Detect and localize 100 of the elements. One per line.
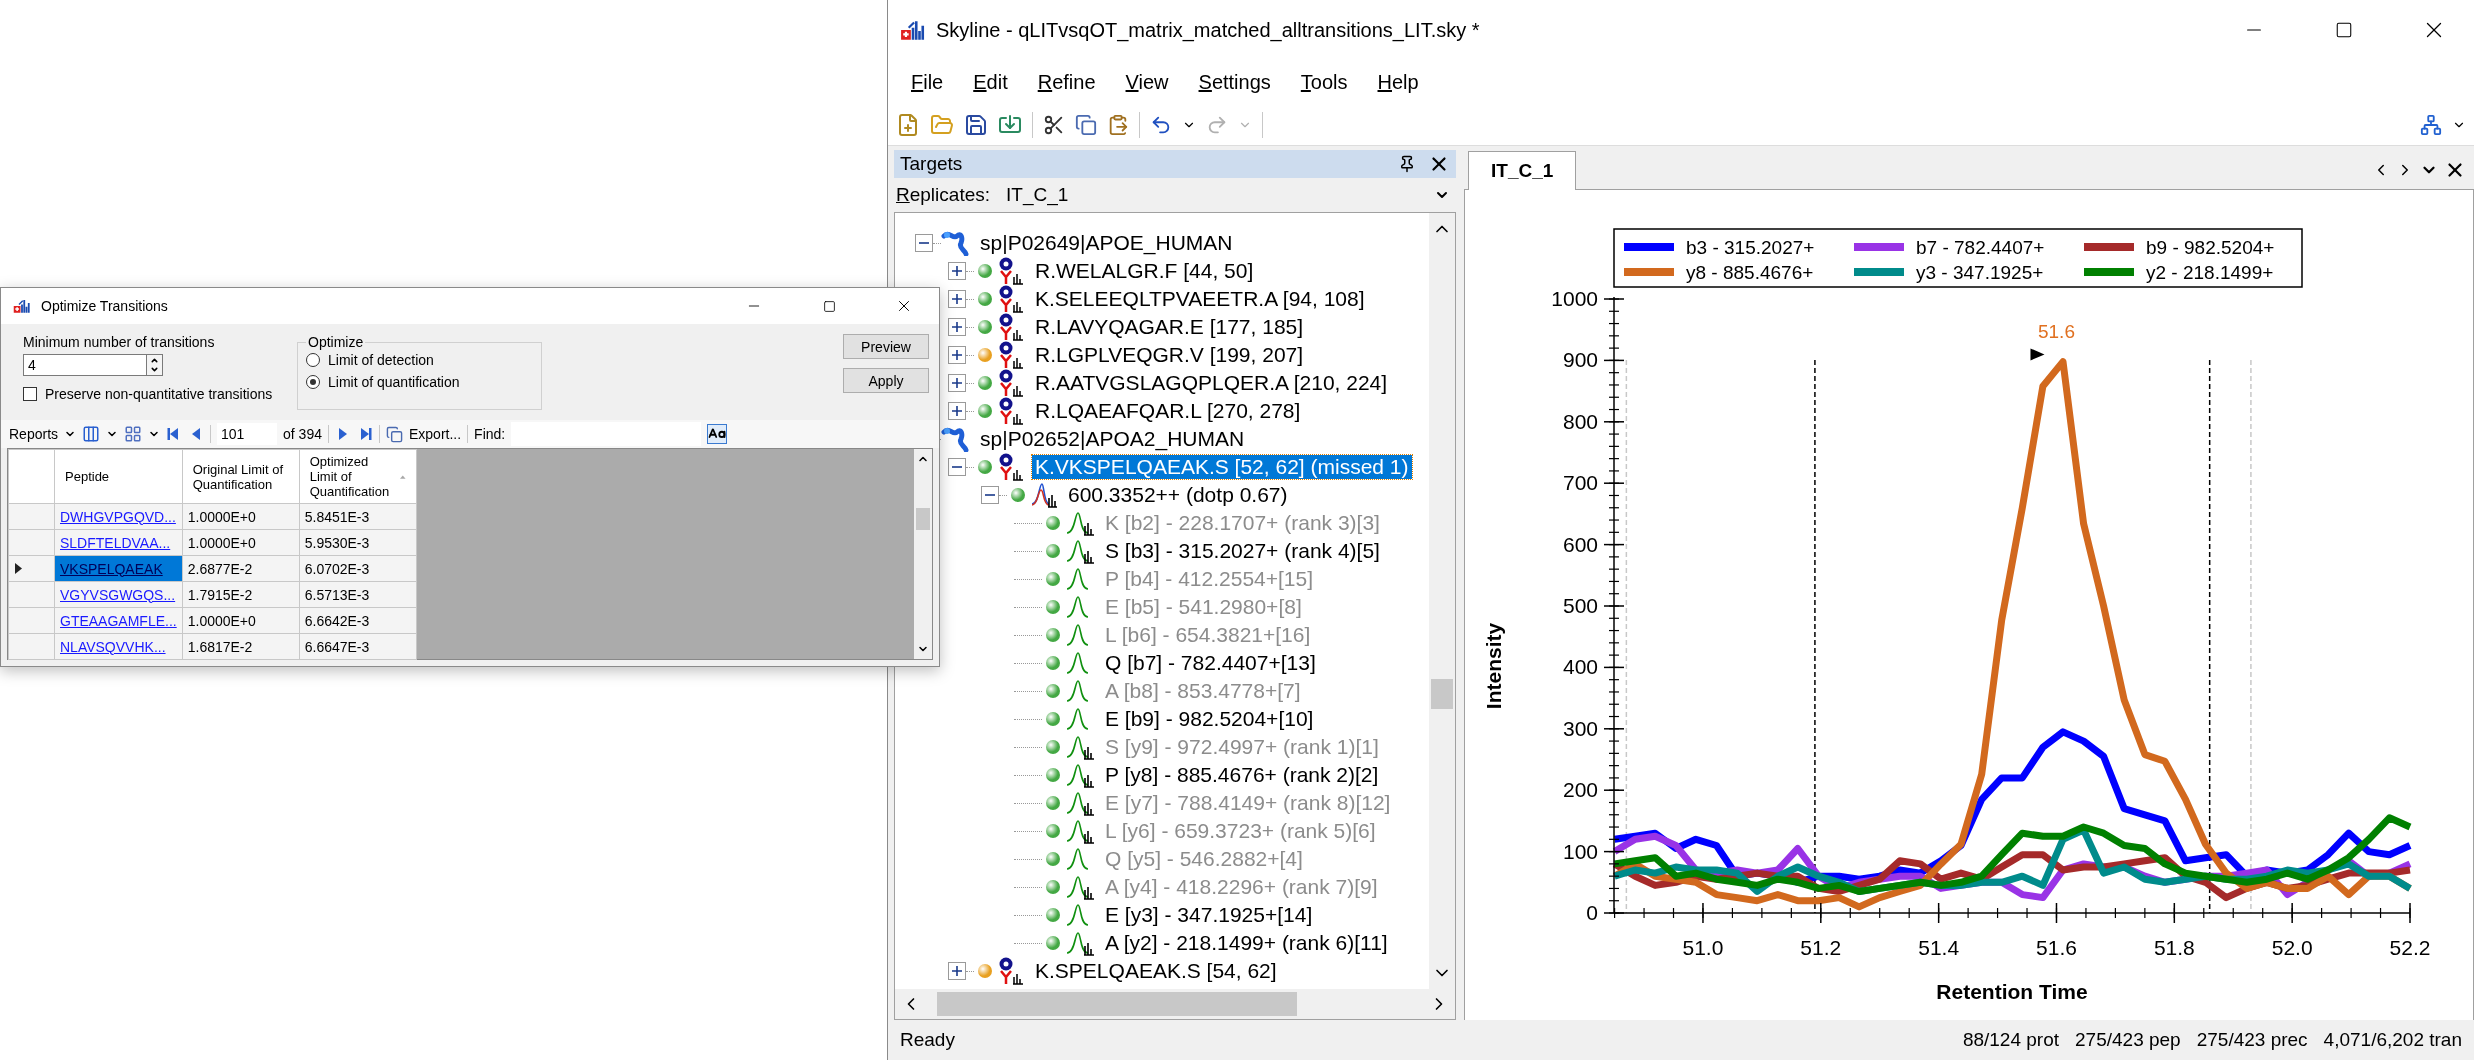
copy-icon[interactable]	[1075, 113, 1097, 136]
status-dot	[1046, 908, 1060, 922]
collapse-toggle[interactable]	[981, 486, 999, 504]
peptide-link[interactable]: VGYVSGWGQS...	[60, 586, 176, 603]
menu-item[interactable]: Help	[1362, 64, 1434, 100]
spin-buttons[interactable]	[146, 354, 163, 376]
expand-toggle[interactable]	[948, 962, 966, 980]
maximize-icon[interactable]	[822, 299, 836, 313]
radio-button[interactable]	[306, 375, 320, 389]
column-header[interactable]: Original Limit of Quantification	[182, 449, 300, 504]
menu-item[interactable]: Edit	[958, 64, 1023, 100]
columns-icon[interactable]	[82, 425, 101, 443]
tree-item[interactable]: K.SELEEQLTPVAEETR.A [94, 108]	[1032, 287, 1368, 311]
collapse-toggle[interactable]	[948, 458, 966, 476]
menu-item[interactable]: View	[1110, 64, 1184, 100]
field-label: Minimum number of transitions	[23, 334, 216, 350]
peptide-icon	[998, 257, 1024, 285]
peak-label: 51.6	[2038, 321, 2075, 343]
status-dot	[1046, 516, 1060, 530]
tree-item[interactable]: R.LGPLVEQGR.V [199, 207]	[1032, 343, 1307, 367]
copy-icon[interactable]	[385, 425, 403, 443]
grid-icon[interactable]	[124, 425, 143, 443]
row-header[interactable]	[8, 555, 55, 582]
pin-icon[interactable]	[1398, 155, 1416, 173]
legend-label: b9 - 982.5204+	[2146, 237, 2275, 258]
tick-label: 51.0	[1682, 936, 1724, 959]
tree-item[interactable]: R.LQAEAFQAR.L [270, 278]	[1032, 399, 1304, 423]
dialog-button[interactable]: Apply	[843, 368, 929, 393]
expand-toggle[interactable]	[948, 290, 966, 308]
replicates-label: Replicates:	[896, 184, 990, 206]
save-icon[interactable]	[964, 112, 988, 137]
reports-menu[interactable]: Reports	[9, 426, 59, 442]
status-dot	[1046, 684, 1060, 698]
menu-item[interactable]: Settings	[1183, 64, 1286, 100]
tree-item[interactable]: R.AATVGSLAGQPLQER.A [210, 224]	[1032, 371, 1391, 395]
legend-label: b3 - 315.2027+	[1686, 237, 1815, 258]
status-count: 4,071/6,202 tran	[2323, 1029, 2462, 1051]
number-field[interactable]: 4	[23, 354, 146, 376]
tree-item[interactable]: R.LAVYQAGAR.E [177, 185]	[1032, 315, 1307, 339]
tree-item[interactable]: Q [b7] - 782.4407+[13]	[1102, 651, 1319, 675]
expand-toggle[interactable]	[948, 374, 966, 392]
tick-label: 800	[1562, 409, 1598, 433]
menu-item[interactable]: File	[896, 64, 959, 100]
column-header[interactable]: Peptide	[54, 449, 183, 504]
menu-item[interactable]: Tools	[1285, 64, 1363, 100]
expand-toggle[interactable]	[948, 346, 966, 364]
peptide-link[interactable]: VKSPELQAEAK	[60, 560, 163, 577]
vertical-scrollbar[interactable]	[914, 449, 932, 659]
tree-item[interactable]: K.VKSPELQAEAK.S [52, 62] (missed 1)	[1032, 455, 1412, 479]
tab[interactable]: IT_C_1	[1468, 151, 1577, 190]
tree-item[interactable]: E [b9] - 982.5204+[10]	[1102, 707, 1317, 731]
tick-label: 0	[1586, 901, 1598, 924]
menu-item[interactable]: Refine	[1022, 64, 1111, 100]
tick-label: 900	[1562, 348, 1598, 372]
maximize-icon[interactable]	[2335, 21, 2353, 39]
new-file-icon[interactable]	[896, 112, 920, 137]
expand-toggle[interactable]	[948, 402, 966, 420]
tree-item[interactable]: sp|P02652|APOA2_HUMAN	[977, 427, 1248, 451]
status-dot	[1011, 488, 1025, 502]
checkbox[interactable]	[23, 387, 37, 401]
peptide-link[interactable]: NLAVSQVVHK...	[60, 638, 166, 655]
collapse-toggle[interactable]	[915, 234, 933, 252]
radio-button[interactable]	[306, 353, 320, 367]
scroll-thumb[interactable]	[937, 992, 1297, 1016]
tree-item[interactable]: sp|P02649|APOE_HUMAN	[977, 231, 1236, 255]
expand-toggle[interactable]	[948, 262, 966, 280]
tree-item[interactable]: A [y2] - 218.1499+ (rank 6)[11]	[1102, 931, 1391, 955]
cut-icon[interactable]	[1043, 113, 1065, 136]
column-header[interactable]: Optimized Limit of Quantification	[299, 449, 417, 504]
expand-toggle[interactable]	[948, 318, 966, 336]
table-cell: 1.0000E+0	[182, 607, 300, 634]
scroll-thumb[interactable]	[1431, 679, 1453, 709]
tree-item[interactable]: E [y3] - 347.1925+[14]	[1102, 903, 1316, 927]
scroll-thumb[interactable]	[916, 508, 930, 530]
axis-title: Intensity	[1482, 622, 1505, 710]
tree-item[interactable]: R.WELALGR.F [44, 50]	[1032, 259, 1257, 283]
network-icon[interactable]	[2420, 113, 2442, 136]
replicate-dropdown[interactable]: IT_C_1	[1000, 181, 1456, 209]
tree-item[interactable]: P [y8] - 885.4676+ (rank 2)[2]	[1102, 763, 1382, 787]
peptide-link[interactable]: SLDFTELDVAA...	[60, 534, 171, 551]
peptide-link[interactable]: DWHGVPGQVD...	[60, 508, 176, 525]
vertical-scrollbar[interactable]	[1429, 213, 1455, 989]
horizontal-scrollbar[interactable]	[895, 989, 1455, 1019]
tick-label: 52.0	[2271, 936, 2313, 959]
table-cell: 5.9530E-3	[299, 529, 417, 556]
tick-label: 200	[1562, 778, 1598, 802]
tree-item[interactable]: 600.3352++ (dotp 0.67)	[1065, 483, 1291, 507]
paste-icon[interactable]	[1107, 113, 1129, 136]
tick-label: 700	[1562, 471, 1598, 495]
checkbox-label: Preserve non-quantitative transitions	[45, 386, 273, 402]
export-button[interactable]: Export...	[408, 426, 462, 442]
tree-item[interactable]: S [b3] - 315.2027+ (rank 4)[5]	[1102, 539, 1383, 563]
peptide-link[interactable]: GTEAAGAMFLE...	[60, 612, 177, 629]
legend-label: b7 - 782.4407+	[1916, 237, 2045, 258]
case-sensitive-icon[interactable]	[707, 424, 728, 444]
tree-item[interactable]: K.SPELQAEAK.S [54, 62]	[1032, 959, 1280, 983]
position-field[interactable]: 101	[217, 423, 278, 445]
dialog-button[interactable]: Preview	[843, 334, 929, 359]
status-dot	[1046, 600, 1060, 614]
peaks-icon	[1031, 482, 1057, 508]
